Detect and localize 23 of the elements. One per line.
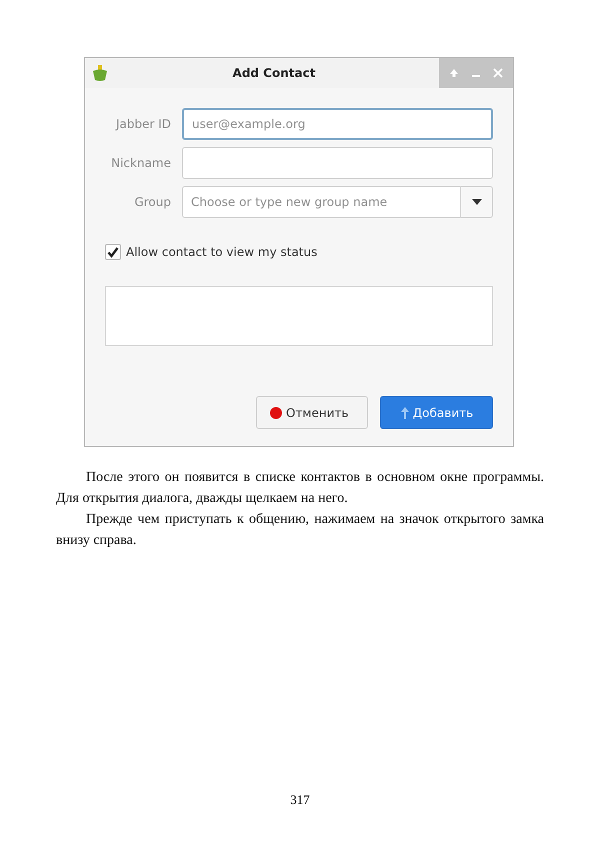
field-label: Group	[133, 195, 171, 209]
checkbox[interactable]	[105, 244, 121, 260]
app-icon	[91, 64, 109, 82]
close-icon[interactable]	[493, 68, 503, 78]
combo-field[interactable]: Choose or type new group name	[182, 186, 461, 218]
field-label: Nickname	[110, 156, 171, 170]
dropdown-button[interactable]	[460, 186, 493, 218]
window-title: Add Contact	[232, 66, 316, 80]
message-area[interactable]	[105, 286, 493, 346]
input-field[interactable]: user@example.org	[182, 108, 493, 140]
caret-icon	[472, 199, 482, 205]
add-button[interactable]: Добавить	[380, 396, 493, 429]
page-number: 317	[290, 792, 310, 808]
up-arrow-icon	[400, 406, 410, 420]
paragraph: Прежде чем приступать к общению, нажимаем на значок открытого замка внизу справа.	[56, 511, 544, 550]
checkbox-label: Allow contact to view my status	[126, 245, 318, 259]
field-label: Jabber ID	[114, 117, 171, 131]
stop-icon	[269, 406, 283, 420]
input-field[interactable]	[182, 147, 493, 179]
checkmark-icon	[107, 246, 119, 258]
paragraph: После этого он появится в списке контактов в основном окне программы. Для открытия диалога, дважды щелкаем на него.	[56, 469, 544, 508]
cancel-button[interactable]: Отменить	[256, 396, 368, 429]
up-arrow-icon[interactable]	[449, 68, 459, 78]
